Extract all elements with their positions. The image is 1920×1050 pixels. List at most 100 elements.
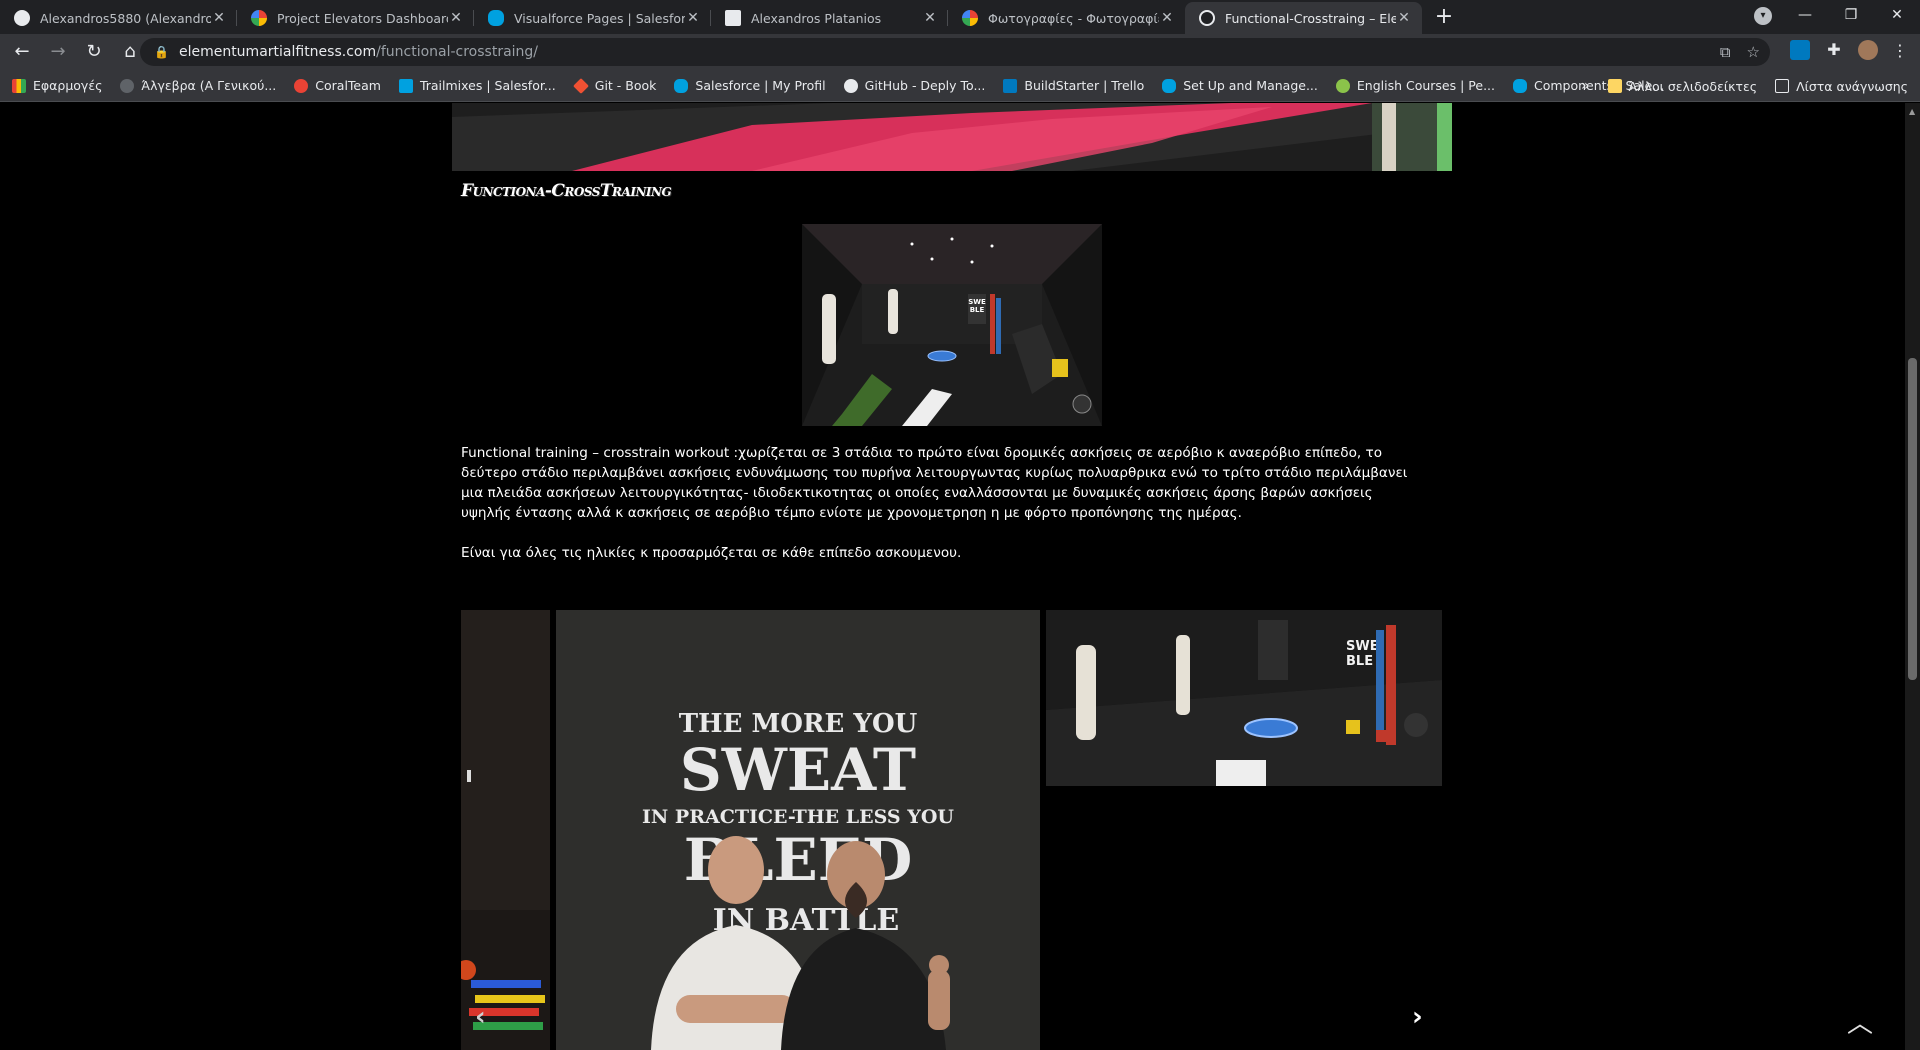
- tab-title: Φωτογραφίες - Φωτογραφίες Google: [988, 10, 1159, 26]
- bookmark-label: CoralTeam: [315, 78, 381, 93]
- restore-button[interactable]: ❐: [1828, 0, 1874, 32]
- reading-list[interactable]: Λίστα ανάγνωσης: [1775, 79, 1908, 94]
- scrollbar-thumb[interactable]: [1908, 358, 1917, 680]
- bookmark-apps[interactable]: Εφαρμογές: [12, 78, 102, 93]
- close-icon[interactable]: ✕: [448, 10, 464, 26]
- poster-line: THE MORE YOU: [679, 709, 918, 739]
- bookmark-label: English Courses | Pe...: [1356, 78, 1495, 93]
- gym-interior-photo[interactable]: SWE BLE: [802, 224, 1102, 426]
- gym-sign-line: BLE: [970, 306, 985, 314]
- github-icon: [14, 10, 30, 26]
- bookmark-label: Εφαρμογές: [33, 78, 103, 93]
- bookmark-label: GitHub - Deply To...: [864, 78, 986, 93]
- close-window-button[interactable]: ✕: [1874, 0, 1920, 32]
- bookmark-label: Trailmixes | Salesfor...: [419, 78, 556, 93]
- trailhead-icon: [398, 78, 413, 93]
- bookmarks-bar: Εφαρμογές Άλγεβρα (Α Γενικού... CoralTea…: [0, 70, 1920, 102]
- lock-icon[interactable]: 🔒: [154, 45, 169, 59]
- gallery-image-dumbbells[interactable]: [461, 610, 550, 1050]
- close-icon[interactable]: ✕: [211, 10, 227, 26]
- back-arrow-icon[interactable]: ←: [8, 38, 36, 66]
- url-host: elementumartialfitness.com: [178, 44, 377, 60]
- wikipedia-icon: [725, 10, 741, 26]
- carousel-next-chevron-icon[interactable]: ›: [1412, 1002, 1423, 1032]
- puzzle-extensions-icon[interactable]: ✚: [1824, 40, 1844, 60]
- browser-toolbar: ← → ↻ ⌂ 🔒 elementumartialfitness.com/fun…: [0, 34, 1920, 70]
- tab-project-elevators[interactable]: Project Elevators Dashboard - Φωτογραφίε…: [237, 2, 474, 34]
- bookmark-trailmixes[interactable]: Trailmixes | Salesfor...: [398, 78, 556, 93]
- reading-list-icon: [1775, 79, 1790, 93]
- scroll-up-arrow-icon[interactable]: ▲: [1909, 107, 1915, 116]
- bookmark-trello[interactable]: BuildStarter | Trello: [1003, 78, 1144, 93]
- coral-icon: [294, 78, 309, 93]
- bookmark-english-courses[interactable]: English Courses | Pe...: [1335, 78, 1495, 93]
- tab-search-icon[interactable]: ▾: [1754, 7, 1772, 25]
- apps-grid-icon: [12, 78, 26, 93]
- more-bookmarks-chevron-icon[interactable]: »: [1581, 78, 1590, 94]
- google-photos-icon: [251, 10, 267, 26]
- gallery-image-gym-floor[interactable]: SWE BLE: [1046, 610, 1442, 786]
- tab-alexandros[interactable]: Alexandros Platanios ✕: [711, 2, 948, 34]
- carousel-prev-chevron-icon[interactable]: ‹: [475, 1002, 486, 1032]
- tab-title: Project Elevators Dashboard - Φωτογραφίε…: [277, 10, 448, 26]
- tab-visualforce[interactable]: Visualforce Pages | Salesforce ✕: [474, 2, 711, 34]
- element-site-icon: [1199, 10, 1215, 26]
- avatar[interactable]: [1858, 40, 1878, 60]
- salesforce-icon: [1513, 78, 1527, 93]
- bookmark-git-book[interactable]: Git - Book: [572, 77, 657, 94]
- description-paragraph: Είναι για όλες τις ηλικίες κ προσαρμόζετ…: [461, 545, 962, 561]
- tab-functional-crosstraining[interactable]: Functional-Crosstraing – Element ✕: [1185, 2, 1422, 34]
- tab-title: Visualforce Pages | Salesforce: [514, 10, 685, 26]
- description-paragraph: Functional training – crosstrain workout…: [461, 445, 1408, 521]
- page-viewport: Functiona-CrossTraining SWE BLE Function…: [0, 103, 1905, 1050]
- image-carousel: THE MORE YOU SWEAT IN PRACTICE-THE LESS …: [461, 610, 1442, 1050]
- tab-google-photos[interactable]: Φωτογραφίες - Φωτογραφίες Google ✕: [948, 2, 1185, 34]
- other-bookmarks[interactable]: Άλλοι σελιδοδείκτες: [1607, 78, 1758, 94]
- bookmark-setup-manage[interactable]: Set Up and Manage...: [1162, 78, 1318, 93]
- minimize-button[interactable]: —: [1782, 0, 1828, 32]
- bookmark-salesforce-profile[interactable]: Salesforce | My Profil: [674, 78, 826, 93]
- reload-icon[interactable]: ↻: [80, 38, 108, 66]
- git-icon: [572, 77, 589, 94]
- tab-strip: Alexandros5880 (Alexandros Platanios) ✕ …: [0, 0, 1920, 34]
- reading-list-label: Λίστα ανάγνωσης: [1796, 78, 1908, 94]
- forward-arrow-icon[interactable]: →: [44, 38, 72, 66]
- bookmark-label: Git - Book: [594, 78, 657, 93]
- page-scrollbar[interactable]: ▲: [1905, 103, 1920, 1050]
- hero-image: [452, 103, 1452, 171]
- bookmark-coralteam[interactable]: CoralTeam: [294, 78, 381, 93]
- close-icon[interactable]: ✕: [922, 10, 938, 26]
- description: Functional training – crosstrain workout…: [461, 443, 1421, 583]
- back-to-top-chevron-icon[interactable]: ︿: [1847, 1003, 1873, 1040]
- new-tab-button[interactable]: +: [1428, 2, 1460, 34]
- site-icon: [1335, 78, 1350, 93]
- bookmark-github-deploy[interactable]: GitHub - Deply To...: [843, 78, 986, 93]
- salesforce-icon: [488, 10, 504, 26]
- url-path: /functional-crosstraing/: [376, 44, 539, 60]
- close-icon[interactable]: ✕: [685, 10, 701, 26]
- address-bar[interactable]: 🔒 elementumartialfitness.com/functional-…: [140, 38, 1770, 66]
- bookmark-label: Άλγεβρα (Α Γενικού...: [141, 78, 277, 93]
- salesforce-icon: [1162, 78, 1177, 93]
- page-title: Functiona-CrossTraining: [461, 181, 672, 201]
- bookmark-label: Salesforce | My Profil: [695, 78, 826, 93]
- gym-sign-line: SWE: [968, 298, 986, 306]
- tab-title: Alexandros5880 (Alexandros Platanios): [40, 10, 211, 26]
- tab-github[interactable]: Alexandros5880 (Alexandros Platanios) ✕: [0, 2, 237, 34]
- close-icon[interactable]: ✕: [1159, 10, 1175, 26]
- close-icon[interactable]: ✕: [1396, 10, 1412, 26]
- trello-extension-icon[interactable]: [1790, 40, 1810, 60]
- trello-icon: [1003, 78, 1018, 93]
- gym-sign-line: BLE: [1346, 654, 1373, 669]
- folder-icon: [1607, 79, 1622, 93]
- tab-title: Functional-Crosstraing – Element: [1225, 10, 1396, 26]
- menu-kebab-icon[interactable]: ⋮: [1892, 41, 1908, 60]
- poster-line: IN PRACTICE-THE LESS YOU: [642, 806, 954, 828]
- bookmark-star-icon[interactable]: ☆: [1747, 43, 1760, 61]
- translate-icon[interactable]: ⧉: [1720, 43, 1731, 61]
- tab-title: Alexandros Platanios: [751, 10, 882, 26]
- bookmark-algebra[interactable]: Άλγεβρα (Α Γενικού...: [120, 78, 276, 93]
- salesforce-icon: [674, 78, 689, 93]
- gallery-image-trainers[interactable]: THE MORE YOU SWEAT IN PRACTICE-THE LESS …: [556, 610, 1040, 1050]
- other-bookmarks-label: Άλλοι σελιδοδείκτες: [1628, 78, 1758, 94]
